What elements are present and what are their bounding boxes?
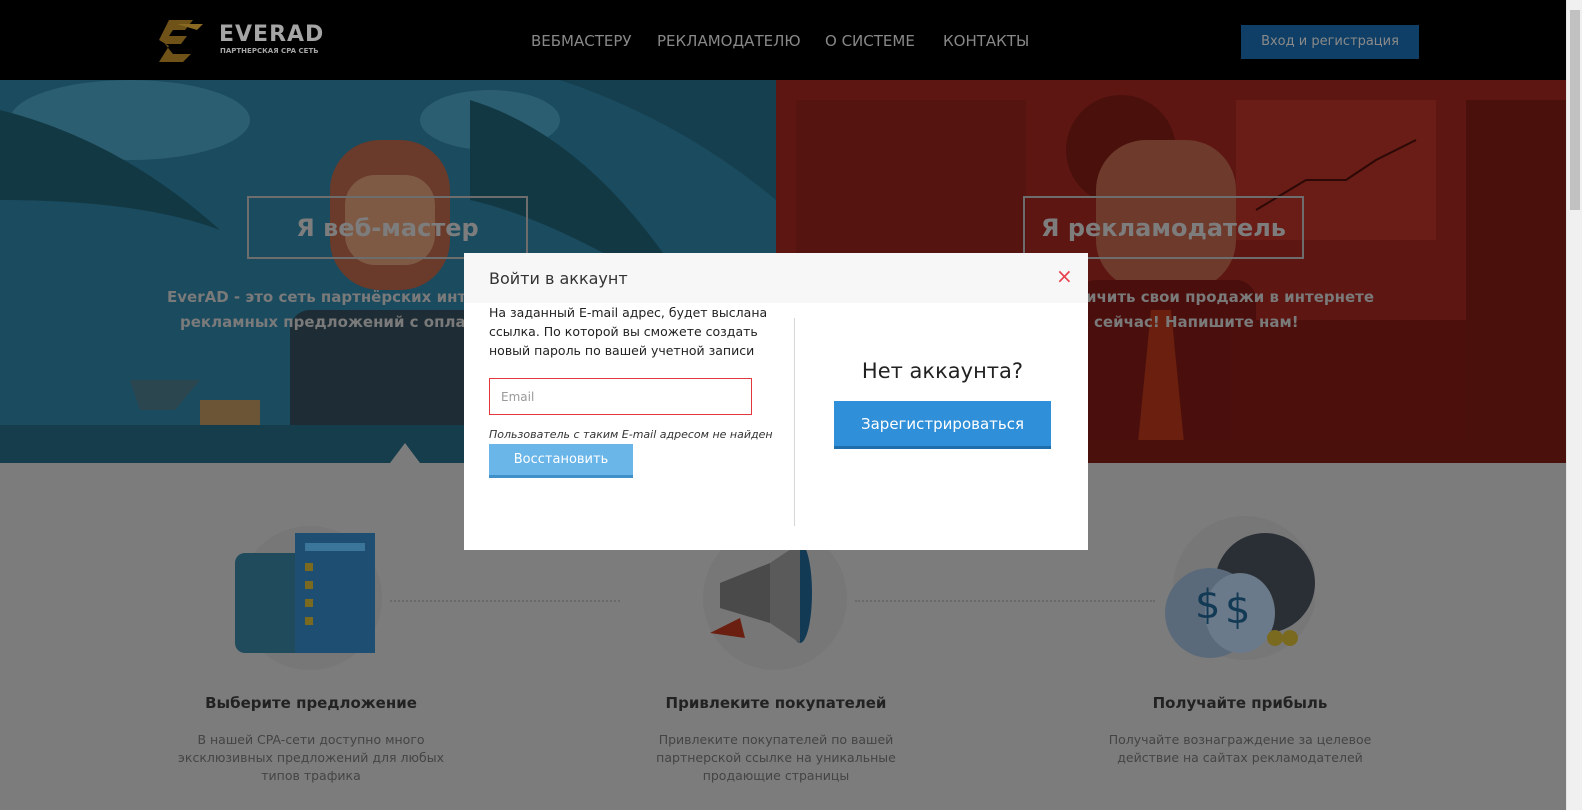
scrollbar-thumb[interactable] [1570, 10, 1580, 210]
feature-title-offer: Выберите предложение [205, 694, 417, 712]
money-bag-icon: $ $ [1165, 516, 1315, 660]
svg-text:$: $ [1225, 587, 1250, 633]
feature-title-profit: Получайте прибыль [1152, 694, 1328, 712]
page-scrollbar[interactable] [1566, 0, 1582, 810]
nav-item-about[interactable]: О СИСТЕМЕ [825, 32, 915, 50]
nav-item-webmaster[interactable]: ВЕБМАСТЕРУ [531, 32, 632, 50]
email-field[interactable] [489, 378, 752, 415]
feature-desc-offer: В нашей CPA-сети доступно много эксклюзи… [178, 732, 444, 783]
login-register-button[interactable]: Вход и регистрация [1241, 25, 1419, 59]
dotted-connector [390, 600, 620, 602]
logo[interactable]: EVERAD ПАРТНЕРСКАЯ CPA СЕТЬ [155, 16, 323, 64]
feature-title-customers: Привлеките покупателей [665, 694, 887, 712]
logo-tagline: ПАРТНЕРСКАЯ CPA СЕТЬ [220, 47, 319, 55]
hero-advertiser-text-line2: сейчас! Напишите нам! [1094, 313, 1299, 331]
webmaster-button[interactable]: Я веб-мастер [247, 196, 528, 259]
close-icon[interactable]: × [1056, 266, 1073, 286]
feature-desc-customers: Привлеките покупателей по вашей партнерс… [656, 732, 896, 783]
email-error-message: Пользователь с таким E-mail адресом не н… [489, 428, 773, 441]
modal-header: Войти в аккаунт × [464, 253, 1088, 303]
nav-item-contacts[interactable]: КОНТАКТЫ [943, 32, 1029, 50]
feature-desc-profit: Получайте вознаграждение за целевое дейс… [1108, 732, 1372, 765]
hero-advertiser-text-line1: ичить свои продажи в интернете [1086, 288, 1375, 306]
nav-item-advertiser[interactable]: РЕКЛАМОДАТЕЛЮ [657, 32, 801, 50]
everad-logo-icon [159, 20, 203, 62]
svg-text:$: $ [1195, 582, 1220, 628]
document-list-icon [235, 526, 382, 670]
logo-name: EVERAD [219, 22, 325, 47]
hero-webmaster-text-line2: рекламных предложений с оплат [180, 313, 475, 331]
site-header: EVERAD ПАРТНЕРСКАЯ CPA СЕТЬ ВЕБМАСТЕРУ Р… [0, 0, 1566, 80]
advertiser-button[interactable]: Я рекламодатель [1023, 196, 1304, 259]
login-modal: Войти в аккаунт × На заданный E-mail адр… [464, 253, 1088, 550]
modal-title: Войти в аккаунт [489, 269, 628, 288]
hero-webmaster-text-line1: EverAD - это сеть партнёрских инте [167, 288, 477, 306]
register-button[interactable]: Зарегистрироваться [834, 401, 1051, 449]
restore-button[interactable]: Восстановить [489, 444, 633, 478]
modal-divider [794, 318, 795, 526]
no-account-heading: Нет аккаунта? [861, 359, 1024, 383]
dotted-connector [855, 600, 1155, 602]
password-reset-info: На заданный E-mail адрес, будет выслана … [489, 305, 768, 358]
